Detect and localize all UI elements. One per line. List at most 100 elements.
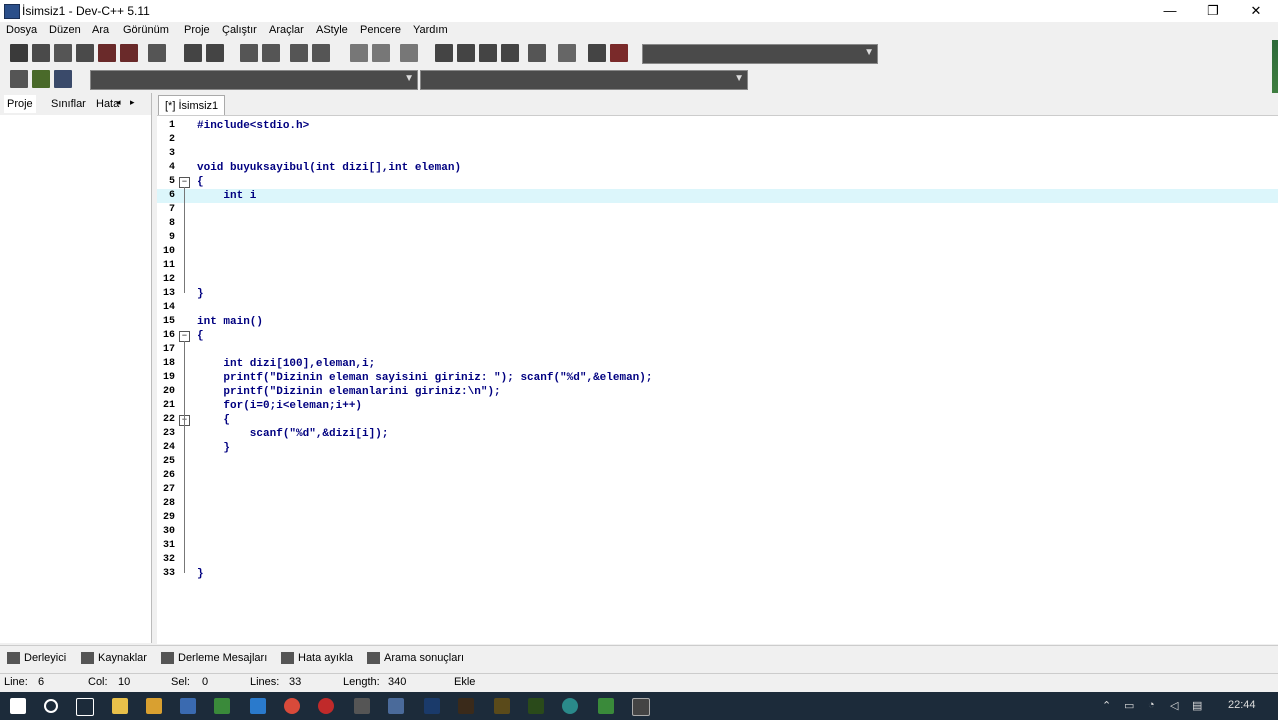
code-line[interactable]: 4 void buyuksayibul(int dizi[],int eleman… [157, 161, 1278, 175]
code-line[interactable]: 9 [157, 231, 1278, 245]
tab-proje[interactable]: Proje [4, 95, 36, 113]
close-button[interactable]: ✕ [1241, 2, 1271, 20]
code-line[interactable]: 32 [157, 553, 1278, 567]
opera-icon[interactable] [318, 698, 334, 714]
code-line[interactable]: 16−{ [157, 329, 1278, 343]
close-all-icon[interactable] [120, 44, 138, 62]
menu-gorunum[interactable]: Görünüm [123, 24, 169, 36]
code-line[interactable]: 15 int main() [157, 315, 1278, 329]
pinned-app-icon[interactable] [214, 698, 230, 714]
maximize-button[interactable]: ❐ [1198, 2, 1228, 20]
compile-run-icon[interactable] [479, 44, 497, 62]
find-icon[interactable] [240, 44, 258, 62]
code-line[interactable]: 27 [157, 483, 1278, 497]
minimize-button[interactable]: — [1155, 2, 1185, 20]
code-line[interactable]: 14 [157, 301, 1278, 315]
fireworks-icon[interactable] [494, 698, 510, 714]
tab-derleme-mesajlari[interactable]: Derleme Mesajları [158, 649, 267, 667]
pinned-app-icon[interactable] [354, 698, 370, 714]
file-explorer-icon[interactable] [112, 698, 128, 714]
code-line[interactable]: 19 printf("Dizinin eleman sayisini girin… [157, 371, 1278, 385]
code-line[interactable]: 5−{ [157, 175, 1278, 189]
code-line[interactable]: 6 int i [157, 189, 1278, 203]
tab-siniflar[interactable]: Sınıflar [48, 95, 89, 113]
delete-profile-icon[interactable] [610, 44, 628, 62]
code-line[interactable]: 21 for(i=0;i<eleman;i++) [157, 399, 1278, 413]
code-editor[interactable]: 1 #include<stdio.h> 2 3 4 void buyuksayibul(i… [157, 115, 1278, 644]
bookmark-icon[interactable] [312, 44, 330, 62]
code-line[interactable]: 18 int dizi[100],eleman,i; [157, 357, 1278, 371]
task-view-icon[interactable] [76, 698, 94, 716]
compile-icon[interactable] [435, 44, 453, 62]
dreamweaver-icon[interactable] [528, 698, 544, 714]
pinned-app-icon[interactable] [562, 698, 578, 714]
tray-chevron-icon[interactable]: ⌃ [1102, 699, 1111, 712]
notifications-icon[interactable]: ▤ [1192, 699, 1202, 712]
devcpp-taskbar-icon[interactable] [388, 698, 404, 714]
save-all-icon[interactable] [76, 44, 94, 62]
menu-ara[interactable]: Ara [92, 24, 109, 36]
chrome-icon[interactable] [284, 698, 300, 714]
code-line[interactable]: 20 printf("Dizinin elemanlarini giriniz:… [157, 385, 1278, 399]
member-select[interactable]: ▼ [420, 70, 748, 90]
code-line[interactable]: 22− { [157, 413, 1278, 427]
tray-app-icon[interactable]: ▭ [1124, 699, 1134, 712]
menu-yardim[interactable]: Yardım [413, 24, 448, 36]
menu-calistir[interactable]: Çalıştır [222, 24, 257, 36]
stop-icon[interactable] [558, 44, 576, 62]
rebuild-icon[interactable] [501, 44, 519, 62]
edge-icon[interactable] [250, 698, 266, 714]
project-add-icon[interactable] [372, 44, 390, 62]
code-line[interactable]: 3 [157, 147, 1278, 161]
code-line[interactable]: 26 [157, 469, 1278, 483]
bridge-icon[interactable] [458, 698, 474, 714]
code-line[interactable]: 23 scanf("%d",&dizi[i]); [157, 427, 1278, 441]
pinned-app-icon[interactable] [180, 698, 196, 714]
tab-isimsiz1[interactable]: [*] İsimsiz1 [158, 95, 226, 116]
code-line[interactable]: 13} [157, 287, 1278, 301]
code-line[interactable]: 30 [157, 525, 1278, 539]
code-line[interactable]: 1 #include<stdio.h> [157, 119, 1278, 133]
menu-duzen[interactable]: Düzen [49, 24, 81, 36]
code-line[interactable]: 12 [157, 273, 1278, 287]
pinned-app-icon[interactable] [598, 698, 614, 714]
goto-line-icon[interactable] [290, 44, 308, 62]
code-line[interactable]: 31 [157, 539, 1278, 553]
code-line[interactable]: 11 [157, 259, 1278, 273]
goto-bookmark-icon[interactable] [54, 70, 72, 88]
tab-scroll-left-icon[interactable]: ◂ [116, 97, 121, 108]
network-icon[interactable]: ◔ [1148, 699, 1155, 711]
insert-icon[interactable] [10, 70, 28, 88]
project-new-icon[interactable] [350, 44, 368, 62]
clock[interactable]: 22:44 [1228, 699, 1256, 711]
code-line[interactable]: 24 } [157, 441, 1278, 455]
new-file-icon[interactable] [10, 44, 28, 62]
menu-araclar[interactable]: Araçlar [269, 24, 304, 36]
code-line[interactable]: 10 [157, 245, 1278, 259]
code-line[interactable]: 25 [157, 455, 1278, 469]
replace-icon[interactable] [262, 44, 280, 62]
code-line[interactable]: 8 [157, 217, 1278, 231]
code-line[interactable]: 33} [157, 567, 1278, 581]
pinned-app-icon[interactable] [632, 698, 650, 716]
undo-icon[interactable] [184, 44, 202, 62]
profile-icon[interactable] [588, 44, 606, 62]
tab-kaynaklar[interactable]: Kaynaklar [78, 649, 147, 667]
tab-derleyici[interactable]: Derleyici [4, 649, 66, 667]
menu-proje[interactable]: Proje [184, 24, 210, 36]
open-file-icon[interactable] [32, 44, 50, 62]
code-line[interactable]: 2 [157, 133, 1278, 147]
code-line[interactable]: 7 [157, 203, 1278, 217]
photoshop-icon[interactable] [424, 698, 440, 714]
check-syntax-icon[interactable] [528, 44, 546, 62]
tab-scroll-right-icon[interactable]: ▸ [130, 97, 135, 108]
save-icon[interactable] [54, 44, 72, 62]
code-line[interactable]: 17 [157, 343, 1278, 357]
code-line[interactable]: 29 [157, 511, 1278, 525]
volume-icon[interactable]: ◁ [1170, 699, 1178, 712]
menu-astyle[interactable]: AStyle [316, 24, 348, 36]
class-select[interactable]: ▼ [90, 70, 418, 90]
close-file-icon[interactable] [98, 44, 116, 62]
redo-icon[interactable] [206, 44, 224, 62]
toggle-bookmark-icon[interactable] [32, 70, 50, 88]
